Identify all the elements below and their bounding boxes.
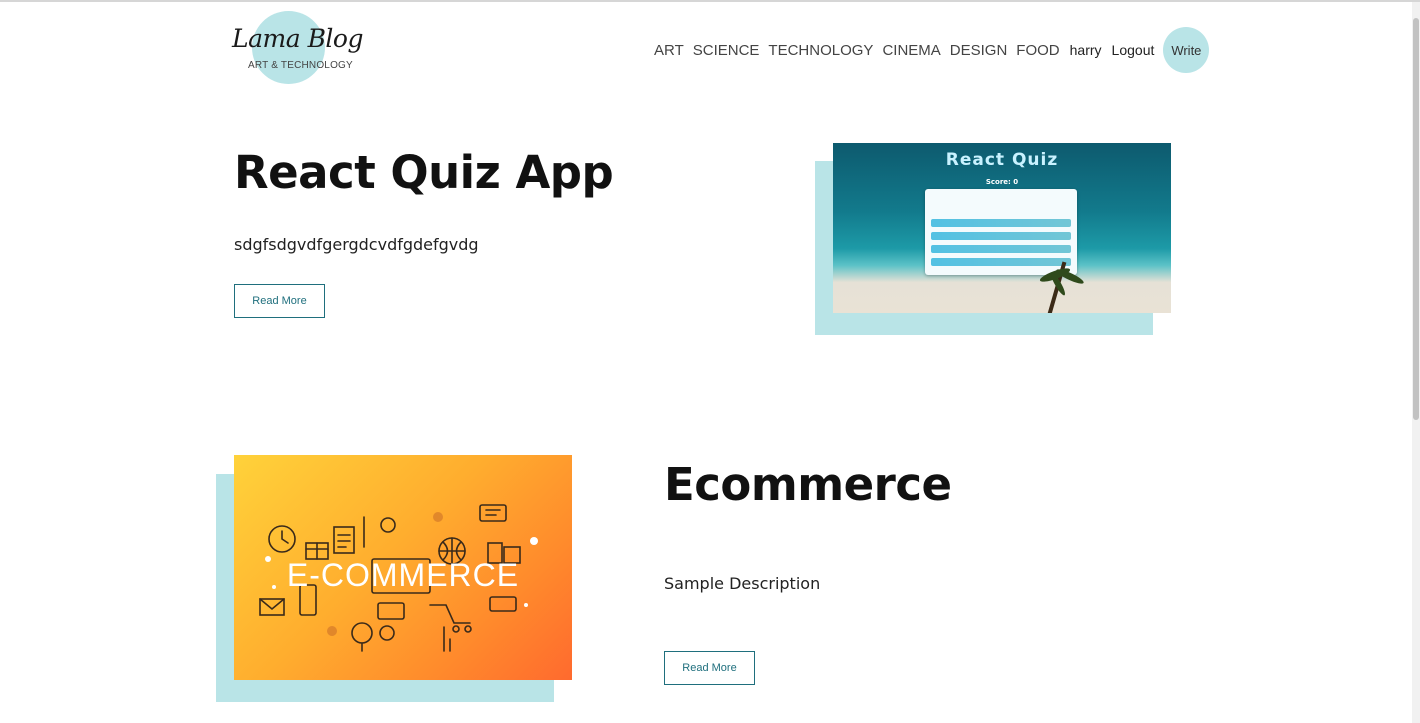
- post-image[interactable]: React Quiz Score: 0: [833, 143, 1171, 313]
- post-description: sdgfsdgvdfgergdcvdfgdefgvdg: [234, 235, 479, 254]
- window-top-border: [0, 0, 1420, 2]
- read-more-button[interactable]: Read More: [234, 284, 325, 318]
- quiz-image-card: [925, 189, 1077, 275]
- quiz-option-bar: [931, 258, 1071, 266]
- quiz-image-score: Score: 0: [985, 178, 1019, 186]
- quiz-option-bar: [931, 245, 1071, 253]
- nav-link-design[interactable]: DESIGN: [950, 42, 1008, 59]
- post-description: Sample Description: [664, 574, 821, 593]
- page-scrollbar[interactable]: [1412, 2, 1420, 723]
- ecommerce-image-text: E-COMMERCE: [286, 557, 520, 593]
- logo-subtitle: ART & TECHNOLOGY: [248, 60, 353, 71]
- site-logo[interactable]: Lama Blog ART & TECHNOLOGY: [232, 10, 364, 86]
- quiz-option-bar: [931, 219, 1071, 227]
- post-image[interactable]: E-COMMERCE: [234, 455, 572, 680]
- logo-title: Lama Blog: [232, 24, 364, 53]
- read-more-button[interactable]: Read More: [664, 651, 755, 685]
- nav-link-food[interactable]: FOOD: [1016, 42, 1059, 59]
- scrollbar-thumb[interactable]: [1413, 18, 1419, 420]
- write-button[interactable]: Write: [1163, 27, 1210, 73]
- post-title[interactable]: Ecommerce: [664, 458, 952, 511]
- nav-link-technology[interactable]: TECHNOLOGY: [768, 42, 873, 59]
- username: harry: [1069, 42, 1102, 58]
- quiz-option-bar: [931, 232, 1071, 240]
- post-title[interactable]: React Quiz App: [234, 146, 614, 199]
- nav-link-science[interactable]: SCIENCE: [693, 42, 760, 59]
- main-nav: ART SCIENCE TECHNOLOGY CINEMA DESIGN FOO…: [654, 26, 1210, 74]
- quiz-image-title: React Quiz: [945, 150, 1059, 170]
- nav-link-cinema[interactable]: CINEMA: [882, 42, 940, 59]
- nav-link-art[interactable]: ART: [654, 42, 684, 59]
- logout-link[interactable]: Logout: [1112, 42, 1155, 58]
